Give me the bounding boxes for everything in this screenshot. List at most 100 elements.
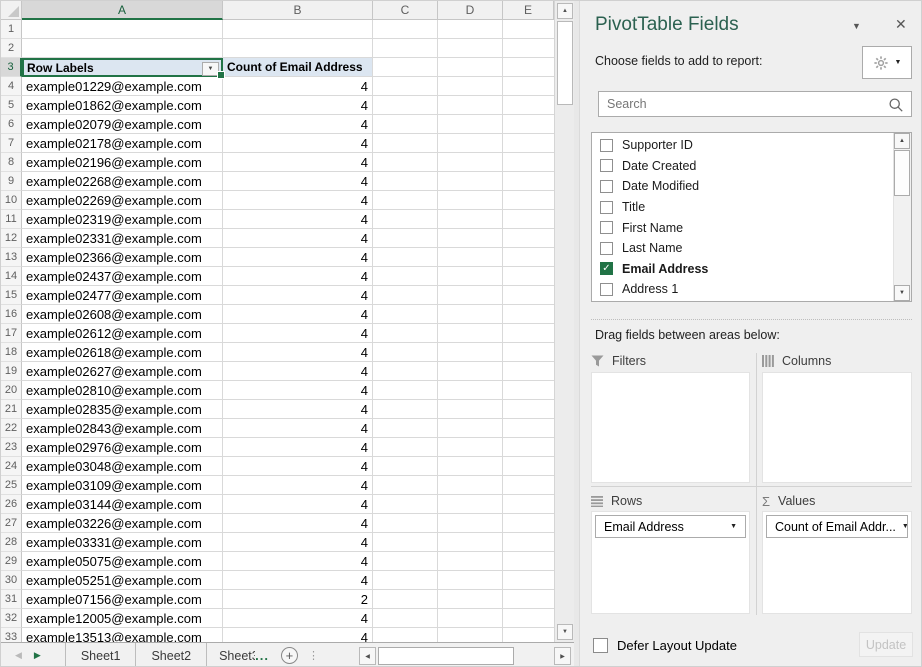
cell-D15[interactable] [438,286,503,305]
area-field-pill[interactable]: Count of Email Addr...▼ [766,515,908,538]
cell-E8[interactable] [503,153,554,172]
cell-B19[interactable]: 4 [223,362,373,381]
row-header-33[interactable]: 33 [1,628,22,642]
cell-C2[interactable] [373,39,438,58]
cell-C19[interactable] [373,362,438,381]
field-checkbox[interactable] [600,283,613,296]
cell-D28[interactable] [438,533,503,552]
cell-E23[interactable] [503,438,554,457]
cell-B21[interactable]: 4 [223,400,373,419]
row-header-10[interactable]: 10 [1,191,22,210]
cell-B8[interactable]: 4 [223,153,373,172]
cell-A26[interactable]: example03144@example.com [22,495,223,514]
cell-D2[interactable] [438,39,503,58]
select-all-button[interactable] [1,1,22,20]
cell-A20[interactable]: example02810@example.com [22,381,223,400]
row-header-6[interactable]: 6 [1,115,22,134]
cell-B25[interactable]: 4 [223,476,373,495]
row-header-17[interactable]: 17 [1,324,22,343]
cell-E7[interactable] [503,134,554,153]
sheet-tab-sheet1[interactable]: Sheet1 [66,643,137,667]
cell-D29[interactable] [438,552,503,571]
row-header-13[interactable]: 13 [1,248,22,267]
cell-A12[interactable]: example02331@example.com [22,229,223,248]
cell-D11[interactable] [438,210,503,229]
cell-D30[interactable] [438,571,503,590]
scroll-left-button[interactable]: ◀ [359,647,376,665]
selection-fill-handle[interactable] [217,71,225,79]
list-scroll-down-button[interactable]: ▼ [894,285,910,301]
horizontal-scroll-thumb[interactable] [378,647,514,665]
field-checkbox[interactable] [600,242,613,255]
cell-B12[interactable]: 4 [223,229,373,248]
cell-C27[interactable] [373,514,438,533]
field-item-title[interactable]: Title [592,197,894,218]
cell-E20[interactable] [503,381,554,400]
cell-B22[interactable]: 4 [223,419,373,438]
cell-D12[interactable] [438,229,503,248]
row-header-25[interactable]: 25 [1,476,22,495]
cell-E21[interactable] [503,400,554,419]
row-header-19[interactable]: 19 [1,362,22,381]
cell-B6[interactable]: 4 [223,115,373,134]
row-header-11[interactable]: 11 [1,210,22,229]
cell-B23[interactable]: 4 [223,438,373,457]
cell-A22[interactable]: example02843@example.com [22,419,223,438]
cell-C5[interactable] [373,96,438,115]
cell-E10[interactable] [503,191,554,210]
cell-C13[interactable] [373,248,438,267]
cell-A2[interactable] [22,39,223,58]
column-header-A[interactable]: A [22,1,223,20]
field-checkbox[interactable]: ✓ [600,262,613,275]
cell-B5[interactable]: 4 [223,96,373,115]
cell-E30[interactable] [503,571,554,590]
tools-button[interactable]: ▼ [862,46,912,79]
cell-C1[interactable] [373,20,438,39]
cell-B16[interactable]: 4 [223,305,373,324]
cell-A1[interactable] [22,20,223,39]
cell-D7[interactable] [438,134,503,153]
cell-A6[interactable]: example02079@example.com [22,115,223,134]
hidden-sheets-ellipsis[interactable]: ... [255,643,269,667]
field-checkbox[interactable] [600,159,613,172]
cell-D8[interactable] [438,153,503,172]
cell-E29[interactable] [503,552,554,571]
new-sheet-button[interactable]: + [281,647,298,664]
scroll-down-button[interactable]: ▼ [557,624,573,640]
cell-C28[interactable] [373,533,438,552]
field-checkbox[interactable] [600,139,613,152]
cell-E19[interactable] [503,362,554,381]
row-header-15[interactable]: 15 [1,286,22,305]
row-header-3[interactable]: 3 [1,58,22,77]
cell-D27[interactable] [438,514,503,533]
row-header-31[interactable]: 31 [1,590,22,609]
column-header-C[interactable]: C [373,1,438,20]
cell-C16[interactable] [373,305,438,324]
row-header-30[interactable]: 30 [1,571,22,590]
row-header-21[interactable]: 21 [1,400,22,419]
cell-C21[interactable] [373,400,438,419]
cell-D20[interactable] [438,381,503,400]
cell-B29[interactable]: 4 [223,552,373,571]
cell-D14[interactable] [438,267,503,286]
row-header-14[interactable]: 14 [1,267,22,286]
cell-B27[interactable]: 4 [223,514,373,533]
row-header-9[interactable]: 9 [1,172,22,191]
cell-A33[interactable]: example13513@example.com [22,628,223,642]
cell-E6[interactable] [503,115,554,134]
cell-E28[interactable] [503,533,554,552]
cell-E11[interactable] [503,210,554,229]
cell-C20[interactable] [373,381,438,400]
update-button[interactable]: Update [859,632,913,657]
cell-B15[interactable]: 4 [223,286,373,305]
row-header-4[interactable]: 4 [1,77,22,96]
search-input[interactable] [599,92,911,116]
cell-A7[interactable]: example02178@example.com [22,134,223,153]
field-item-email-address[interactable]: ✓Email Address [592,259,894,280]
cell-C15[interactable] [373,286,438,305]
cell-B3[interactable]: Count of Email Address [223,58,373,77]
cell-D5[interactable] [438,96,503,115]
cell-B10[interactable]: 4 [223,191,373,210]
cell-B1[interactable] [223,20,373,39]
cell-D10[interactable] [438,191,503,210]
